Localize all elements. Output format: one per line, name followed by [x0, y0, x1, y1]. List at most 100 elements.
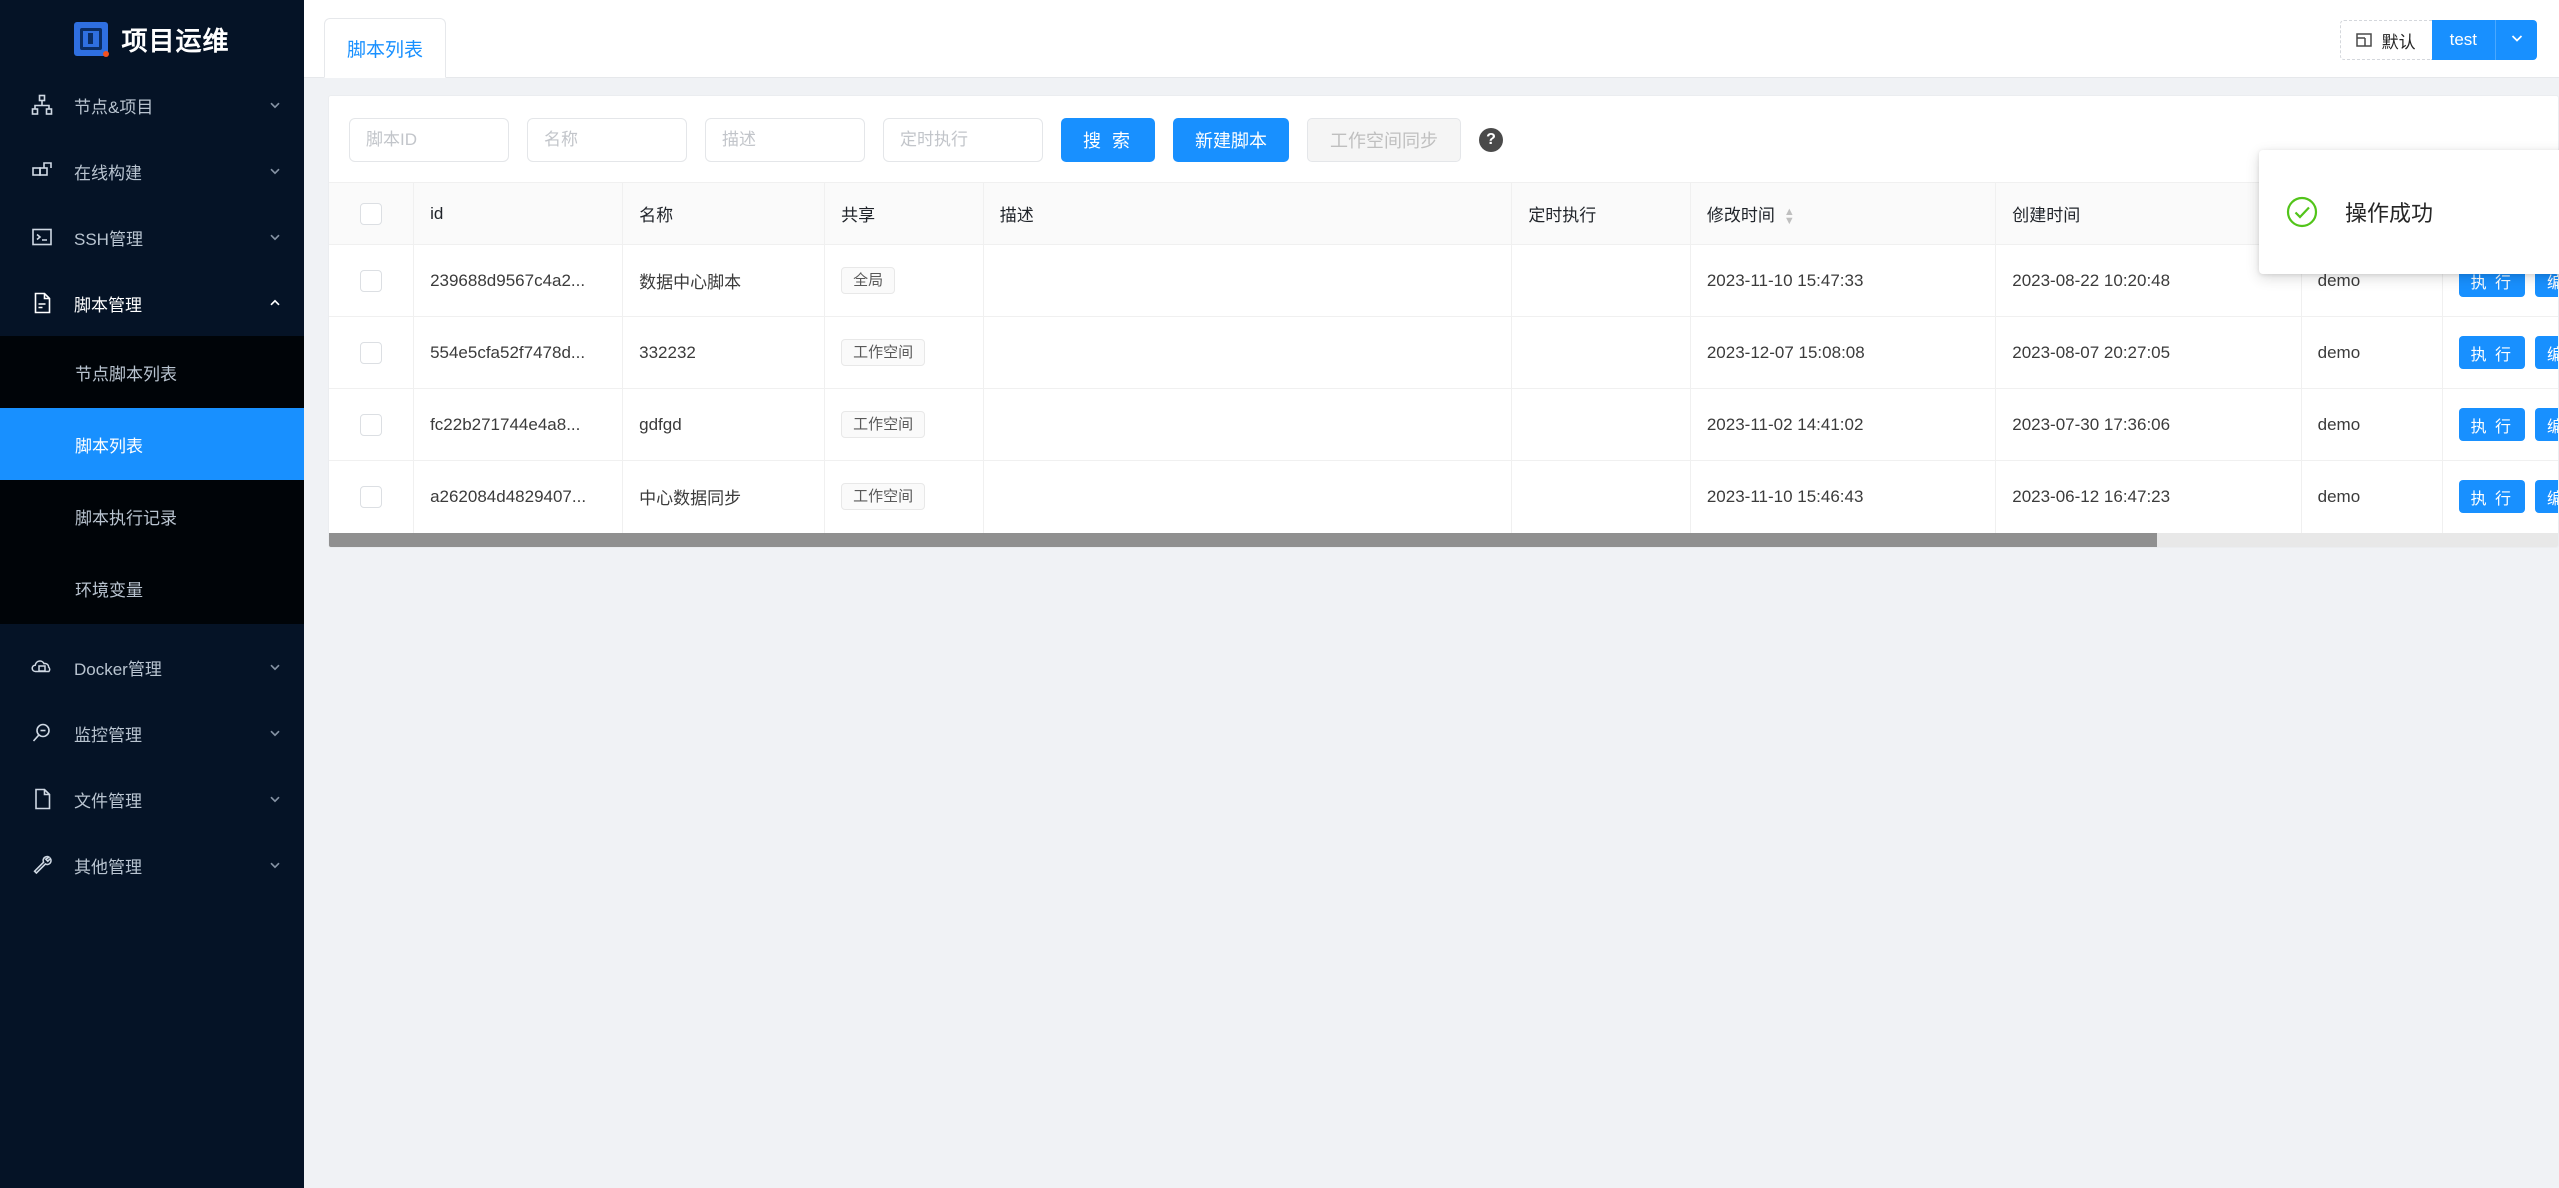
cell-id: fc22b271744e4a8...: [413, 388, 624, 461]
sitemap-icon: [30, 93, 54, 117]
table-header-created[interactable]: 创建时间: [1995, 182, 2302, 245]
cell-desc: [983, 316, 1513, 389]
table-header-modified[interactable]: 修改时间 ▲ ▼: [1690, 182, 1997, 245]
table-header-modified-label: 修改时间: [1706, 206, 1775, 225]
sidebar-item-monitor[interactable]: 监控管理: [0, 712, 304, 754]
sidebar-item-docker[interactable]: Docker管理: [0, 646, 304, 688]
workspace-name-button[interactable]: test: [2431, 20, 2495, 60]
table-header-schedule[interactable]: 定时执行: [1511, 182, 1691, 245]
cell-owner: demo: [2301, 388, 2443, 461]
horizontal-scrollbar-thumb[interactable]: [329, 532, 2157, 547]
share-tag: 全局: [841, 267, 896, 294]
chevron-down-icon: [2509, 30, 2525, 51]
table-scroll-area: id 名称 共享 描述 定时执行 修改时间 ▲ ▼ 创建时间 239688d95…: [329, 182, 2558, 533]
brand: 项目运维: [0, 0, 304, 78]
search-input-description[interactable]: [705, 118, 865, 162]
docker-cloud-icon: [30, 655, 54, 679]
cell-desc: [983, 388, 1513, 461]
share-tag: 工作空间: [841, 483, 926, 511]
sidebar-item-node-script-list[interactable]: 节点脚本列表: [0, 336, 304, 408]
cell-modified: 2023-11-02 14:41:02: [1690, 388, 1997, 461]
cell-modified: 2023-11-10 15:47:33: [1690, 244, 1997, 317]
row-checkbox[interactable]: [360, 269, 383, 292]
chevron-down-icon: [268, 726, 282, 740]
sidebar-item-ssh[interactable]: SSH管理: [0, 216, 304, 258]
table-row[interactable]: fc22b271744e4a8... gdfgd 工作空间 2023-11-02 14…: [329, 388, 2558, 461]
search-input-script-id[interactable]: [349, 118, 509, 162]
row-checkbox[interactable]: [360, 485, 383, 508]
table-row[interactable]: 554e5cfa52f7478d... 332232 工作空间 2023-12-07 …: [329, 316, 2558, 389]
table-header-share[interactable]: 共享: [824, 182, 984, 245]
sidebar-item-nodes-projects[interactable]: 节点&项目: [0, 84, 304, 126]
table-header-id[interactable]: id: [413, 182, 624, 245]
execute-button[interactable]: 执 行: [2458, 408, 2526, 441]
sidebar-submenu-script-management: 节点脚本列表 脚本列表 脚本执行记录 环境变量: [0, 336, 304, 624]
sidebar-item-label: 脚本管理: [74, 295, 142, 315]
cell-owner: demo: [2301, 316, 2443, 389]
table-row[interactable]: 239688d9567c4a2... 数据中心脚本 全局 2023-11-10 15:…: [329, 244, 2558, 317]
tab-script-list[interactable]: 脚本列表: [324, 18, 447, 78]
sidebar-item-label: Docker管理: [74, 659, 162, 679]
row-checkbox-cell: [329, 460, 415, 533]
sidebar-item-script-list[interactable]: 脚本列表: [0, 408, 304, 480]
search-button[interactable]: 搜 索: [1061, 118, 1156, 162]
cell-name: 中心数据同步: [622, 460, 826, 533]
search-input-name[interactable]: [527, 118, 687, 162]
horizontal-scrollbar[interactable]: [329, 532, 2558, 547]
sidebar-item-file-management[interactable]: 文件管理: [0, 778, 304, 820]
sidebar-item-label: SSH管理: [74, 229, 143, 249]
edit-button[interactable]: 编 辑: [2535, 408, 2558, 441]
app-logo-icon: [74, 22, 110, 57]
question-mark-icon[interactable]: ?: [1479, 128, 1504, 152]
cell-created: 2023-06-12 16:47:23: [1995, 460, 2302, 533]
cell-share: 工作空间: [824, 460, 984, 533]
table-header-name[interactable]: 名称: [622, 182, 826, 245]
cell-schedule: [1511, 316, 1691, 389]
row-checkbox[interactable]: [360, 341, 383, 364]
success-toast: 操作成功 ✕: [2259, 150, 2559, 274]
edit-button[interactable]: 编 辑: [2535, 336, 2558, 369]
sidebar-item-online-build[interactable]: 在线构建: [0, 150, 304, 192]
search-input-schedule[interactable]: [883, 118, 1043, 162]
sidebar-item-script-management[interactable]: 脚本管理: [0, 282, 304, 324]
table-row[interactable]: a262084d4829407... 中心数据同步 工作空间 2023-11-10 1…: [329, 460, 2558, 533]
check-circle-icon: [2285, 195, 2319, 229]
cell-modified: 2023-11-10 15:46:43: [1690, 460, 1997, 533]
toast-message: 操作成功: [2345, 201, 2434, 226]
row-action-group: 执 行编 辑日 志更多: [2458, 480, 2558, 514]
cell-actions: 执 行编 辑日 志更多: [2442, 316, 2558, 389]
cell-name: gdfgd: [622, 388, 826, 461]
chevron-down-icon: [268, 98, 282, 112]
file-icon: [30, 787, 54, 811]
workspace-sync-button[interactable]: 工作空间同步: [1307, 118, 1462, 162]
sidebar-item-label: 节点&项目: [74, 97, 154, 117]
row-checkbox[interactable]: [360, 413, 383, 436]
sidebar-item-env-variables[interactable]: 环境变量: [0, 552, 304, 624]
row-checkbox-cell: [329, 244, 415, 317]
cell-schedule: [1511, 460, 1691, 533]
sidebar-item-script-exec-records[interactable]: 脚本执行记录: [0, 480, 304, 552]
tab-bar: 脚本列表 默认 test: [304, 0, 2559, 78]
workspace-default-button[interactable]: 默认: [2339, 20, 2432, 60]
workspace-dropdown-toggle[interactable]: [2495, 20, 2537, 60]
chevron-down-icon: [268, 230, 282, 244]
app-root: 项目运维 节点&项目 在线构建 SSH管理 脚本管理 节点脚本列表 脚本列表 脚…: [0, 0, 2559, 1188]
script-file-icon: [30, 291, 54, 315]
table-header-checkbox-cell: [329, 182, 415, 245]
execute-button[interactable]: 执 行: [2458, 336, 2526, 369]
sidebar-item-label: 脚本执行记录: [75, 508, 177, 528]
sort-updown-icon[interactable]: ▲ ▼: [1784, 206, 1795, 226]
select-all-checkbox[interactable]: [360, 202, 383, 225]
build-blocks-icon: [30, 159, 54, 183]
execute-button[interactable]: 执 行: [2458, 480, 2526, 514]
cell-owner: demo: [2301, 460, 2443, 533]
script-list-card: 搜 索 新建脚本 工作空间同步 ?: [328, 95, 2559, 548]
cell-name: 数据中心脚本: [622, 244, 826, 317]
sidebar: 项目运维 节点&项目 在线构建 SSH管理 脚本管理 节点脚本列表 脚本列表 脚…: [0, 0, 304, 1188]
create-script-button[interactable]: 新建脚本: [1173, 118, 1290, 162]
sidebar-nav: 节点&项目 在线构建 SSH管理 脚本管理 节点脚本列表 脚本列表 脚本执行记录…: [0, 78, 304, 886]
edit-button[interactable]: 编 辑: [2535, 480, 2558, 514]
table-header-desc[interactable]: 描述: [983, 182, 1513, 245]
sidebar-item-label: 文件管理: [74, 791, 142, 811]
sidebar-item-other-management[interactable]: 其他管理: [0, 844, 304, 886]
